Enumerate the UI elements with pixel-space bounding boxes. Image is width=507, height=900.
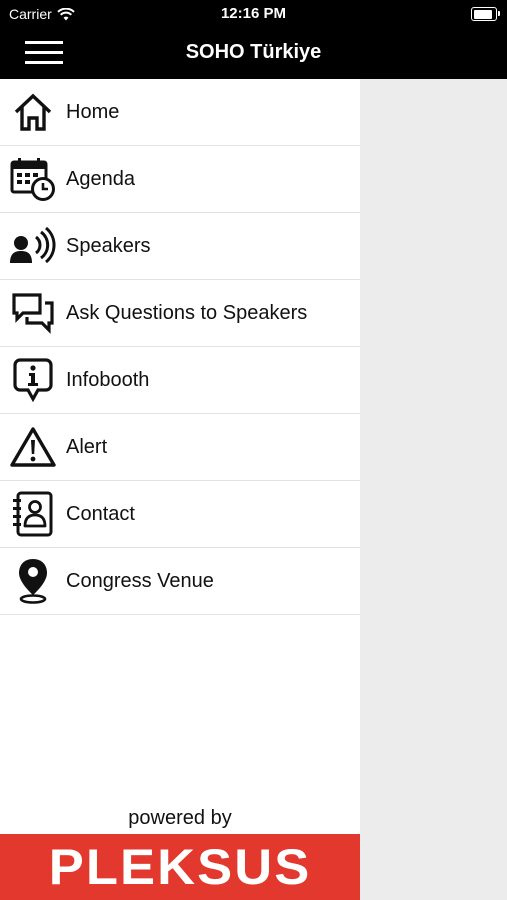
calendar-clock-icon	[9, 155, 57, 203]
status-time: 12:16 PM	[220, 5, 287, 22]
powered-by-label: powered by	[128, 807, 232, 829]
location-pin-icon	[9, 557, 57, 605]
menu-label: Congress Venue	[66, 569, 214, 592]
contact-book-icon	[9, 490, 57, 538]
menu-item-speakers[interactable]: Speakers	[0, 213, 360, 280]
content-pane[interactable]	[360, 79, 507, 900]
info-bubble-icon	[9, 356, 57, 404]
speaker-person-icon	[9, 222, 57, 270]
menu-label: Alert	[66, 435, 108, 458]
battery-icon	[471, 7, 500, 21]
menu-item-congress-venue[interactable]: Congress Venue	[0, 548, 360, 615]
menu-item-alert[interactable]: Alert	[0, 414, 360, 481]
side-drawer: Home Agenda Speakers Ask Questions to Sp…	[0, 79, 360, 900]
status-bar: Carrier 12:16 PM	[0, 0, 507, 28]
menu-label: Home	[66, 100, 120, 123]
menu-label: Ask Questions to Speakers	[66, 301, 308, 324]
menu-label: Agenda	[66, 167, 135, 190]
menu-item-contact[interactable]: Contact	[0, 481, 360, 548]
menu-label: Contact	[66, 502, 135, 525]
nav-title: SOHO Türkiye	[185, 41, 322, 63]
menu-item-infobooth[interactable]: Infobooth	[0, 347, 360, 414]
menu-item-agenda[interactable]: Agenda	[0, 146, 360, 213]
menu-item-ask-questions[interactable]: Ask Questions to Speakers	[0, 280, 360, 347]
warning-triangle-icon	[9, 423, 57, 471]
menu-item-home[interactable]: Home	[0, 79, 360, 146]
menu-label: Speakers	[66, 234, 151, 257]
chat-bubbles-icon	[9, 289, 57, 337]
home-icon	[9, 88, 57, 136]
pleksus-logo-text: PLEKSUS	[48, 839, 312, 895]
nav-bar: SOHO Türkiye	[0, 28, 507, 79]
menu-label: Infobooth	[66, 368, 150, 391]
pleksus-logo[interactable]: PLEKSUS	[0, 834, 360, 900]
